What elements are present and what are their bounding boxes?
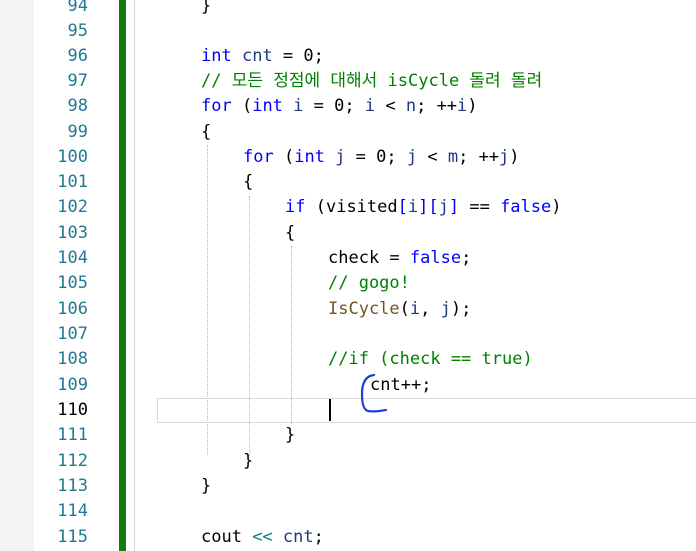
- line-number: 111: [57, 425, 88, 445]
- code-line-108[interactable]: //if (check == true): [328, 347, 533, 372]
- code-line-104[interactable]: check = false;: [328, 246, 471, 271]
- line-number: 104: [57, 248, 88, 268]
- line-number: 115: [57, 527, 88, 547]
- code-line-113[interactable]: }: [201, 474, 211, 499]
- line-number: 113: [57, 476, 88, 496]
- line-number: 108: [57, 349, 88, 369]
- line-number: 102: [57, 197, 88, 217]
- code-line-115[interactable]: cout << cnt;: [201, 525, 324, 550]
- line-number: 109: [57, 375, 88, 395]
- code-line-100[interactable]: for (int j = 0; j < m; ++j): [243, 145, 520, 170]
- code-line-102[interactable]: if (visited[i][j] == false): [285, 195, 562, 220]
- code-line-101[interactable]: {: [243, 170, 253, 195]
- code-line-98[interactable]: for (int i = 0; i < n; ++i): [201, 94, 478, 119]
- glyph-margin: [0, 0, 34, 551]
- line-number: 103: [57, 223, 88, 243]
- code-line-94[interactable]: }: [201, 0, 211, 19]
- outline-margin-line: [134, 0, 135, 551]
- change-tracking-bar: [119, 0, 126, 551]
- line-number-current: 110: [57, 400, 88, 420]
- current-line-highlight: [157, 398, 696, 423]
- line-number: 106: [57, 299, 88, 319]
- line-number: 107: [57, 324, 88, 344]
- code-line-105[interactable]: // gogo!: [328, 271, 410, 296]
- line-number: 114: [57, 501, 88, 521]
- line-number: 96: [67, 46, 88, 66]
- line-number: 94: [67, 0, 88, 16]
- code-line-112[interactable]: }: [243, 449, 253, 474]
- line-number: 105: [57, 273, 88, 293]
- code-line-103[interactable]: {: [285, 221, 295, 246]
- code-line-111[interactable]: }: [285, 423, 295, 448]
- bracket-mark-icon: [360, 373, 388, 413]
- line-number: 100: [57, 147, 88, 167]
- line-number: 95: [67, 21, 88, 41]
- code-line-96[interactable]: int cnt = 0;: [201, 44, 324, 69]
- code-line-97[interactable]: // 모든 정점에 대해서 isCycle 돌려 돌려: [201, 69, 542, 94]
- line-number: 101: [57, 172, 88, 192]
- text-caret: [329, 399, 331, 421]
- line-number: 99: [67, 122, 88, 142]
- code-editor[interactable]: 94 95 96 97 98 99 100 101 102 103 104 10…: [0, 0, 696, 551]
- line-number: 98: [67, 96, 88, 116]
- code-line-106[interactable]: IsCycle(i, j);: [328, 297, 471, 322]
- line-number: 97: [67, 71, 88, 91]
- line-number: 112: [57, 451, 88, 471]
- code-line-99[interactable]: {: [201, 120, 211, 145]
